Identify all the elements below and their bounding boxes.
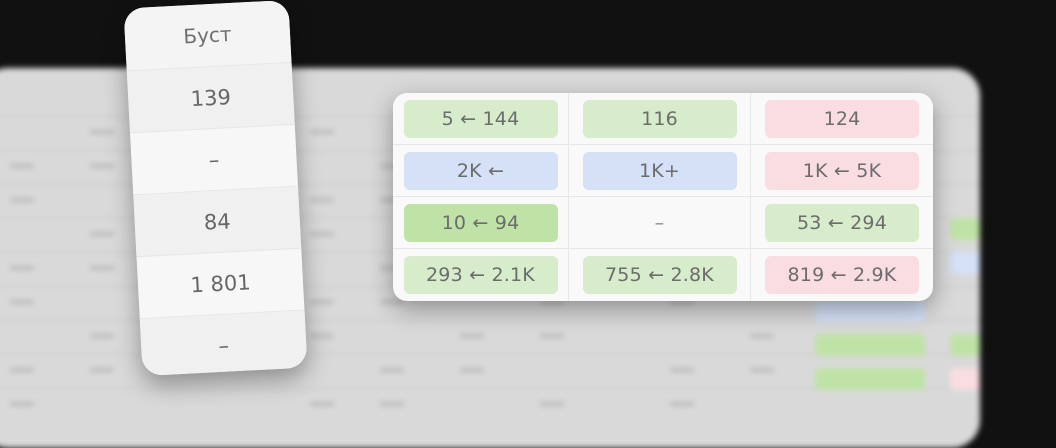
change-chip: 2K ← bbox=[403, 151, 558, 190]
boost-value-cell: – bbox=[139, 310, 308, 377]
change-cell: 1K ← 5K bbox=[751, 145, 933, 197]
change-chip: 293 ← 2.1K bbox=[403, 256, 558, 294]
change-chip: – bbox=[654, 211, 665, 234]
background-cell-blur bbox=[310, 334, 334, 338]
boost-value-cell: 84 bbox=[133, 186, 302, 258]
change-cell: 5 ← 144 bbox=[393, 93, 569, 145]
background-cell-blur bbox=[380, 402, 404, 406]
background-cell-blur bbox=[380, 300, 404, 304]
change-chip: 10 ← 94 bbox=[403, 203, 558, 242]
background-chip-blur bbox=[815, 300, 925, 322]
boost-column-header: Буст bbox=[123, 0, 292, 72]
boost-value-cell: – bbox=[130, 124, 299, 196]
background-cell-blur bbox=[10, 402, 34, 406]
change-cell: 2K ← bbox=[393, 145, 569, 197]
change-comparison-card: 5 ← 144 116 124 2K ← 1K+ 1K ← 5K 10 ← 94… bbox=[393, 93, 933, 301]
background-chip-blur bbox=[815, 334, 925, 356]
change-cell: 116 bbox=[569, 93, 751, 145]
background-cell-blur bbox=[10, 368, 34, 372]
background-cell-blur bbox=[460, 334, 484, 338]
background-cell-blur bbox=[750, 334, 774, 338]
change-chip: 124 bbox=[765, 99, 919, 138]
boost-column-card: Буст 139 – 84 1 801 – bbox=[123, 0, 308, 377]
change-cell: 53 ← 294 bbox=[751, 197, 933, 249]
change-cell: 124 bbox=[751, 93, 933, 145]
background-cell-blur bbox=[670, 402, 694, 406]
background-cell-blur bbox=[310, 130, 334, 134]
background-cell-blur bbox=[10, 198, 34, 202]
change-chip: 755 ← 2.8K bbox=[582, 256, 737, 294]
change-chip: 53 ← 294 bbox=[765, 203, 919, 242]
background-cell-blur bbox=[310, 300, 334, 304]
background-cell-blur bbox=[10, 164, 34, 168]
background-cell-blur bbox=[540, 402, 564, 406]
change-cell: 755 ← 2.8K bbox=[569, 249, 751, 301]
background-chip-blur bbox=[950, 368, 980, 390]
background-cell-blur bbox=[310, 232, 334, 236]
boost-value-cell: 1 801 bbox=[136, 248, 305, 320]
background-cell-blur bbox=[10, 300, 34, 304]
background-cell-blur bbox=[90, 334, 114, 338]
background-cell-blur bbox=[90, 130, 114, 134]
background-chip-blur bbox=[950, 334, 980, 356]
change-chip: 1K+ bbox=[582, 151, 737, 190]
background-cell-blur bbox=[670, 368, 694, 372]
change-cell: 819 ← 2.9K bbox=[751, 249, 933, 301]
background-cell-blur bbox=[90, 232, 114, 236]
change-cell: 293 ← 2.1K bbox=[393, 249, 569, 301]
change-chip: 819 ← 2.9K bbox=[765, 256, 919, 294]
change-grid: 5 ← 144 116 124 2K ← 1K+ 1K ← 5K 10 ← 94… bbox=[393, 93, 933, 301]
change-cell: – bbox=[569, 197, 751, 249]
background-chip-blur bbox=[815, 368, 925, 390]
background-cell-blur bbox=[750, 368, 774, 372]
background-chip-blur bbox=[950, 218, 980, 240]
background-cell-blur bbox=[90, 368, 114, 372]
background-cell-blur bbox=[380, 368, 404, 372]
background-cell-blur bbox=[10, 266, 34, 270]
background-cell-blur bbox=[460, 368, 484, 372]
background-cell-blur bbox=[90, 266, 114, 270]
background-cell-blur bbox=[540, 334, 564, 338]
boost-value-cell: 139 bbox=[126, 62, 295, 134]
change-chip: 5 ← 144 bbox=[403, 99, 558, 138]
change-chip: 1K ← 5K bbox=[765, 151, 919, 190]
background-cell-blur bbox=[310, 198, 334, 202]
background-chip-blur bbox=[950, 252, 980, 274]
background-cell-blur bbox=[310, 402, 334, 406]
boost-values: 139 – 84 1 801 – bbox=[126, 62, 308, 377]
background-cell-blur bbox=[90, 164, 114, 168]
change-cell: 1K+ bbox=[569, 145, 751, 197]
change-chip: 116 bbox=[582, 99, 737, 138]
change-cell: 10 ← 94 bbox=[393, 197, 569, 249]
